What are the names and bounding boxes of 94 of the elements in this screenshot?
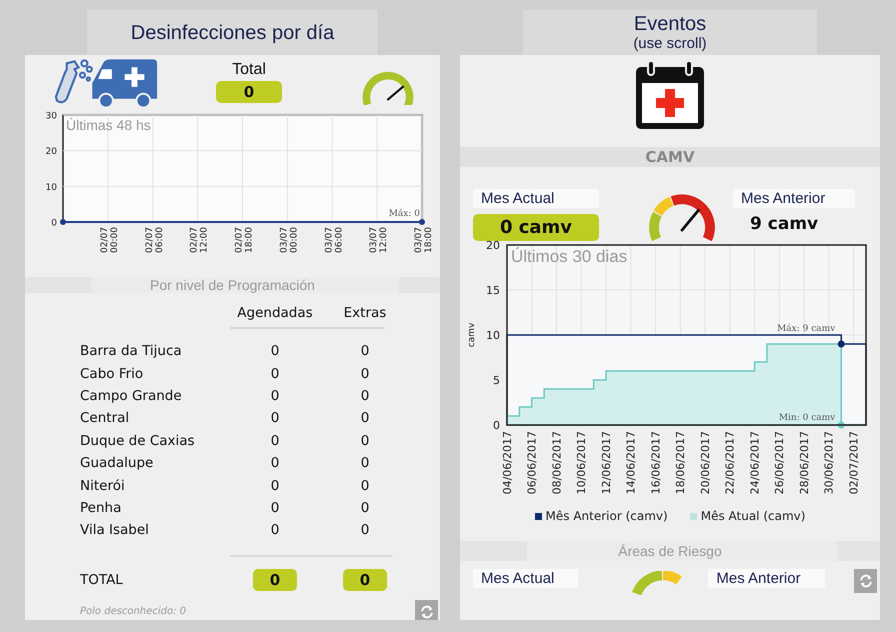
table-cell: 0: [360, 455, 370, 472]
axis-tick-label: 02/07/2017: [847, 431, 860, 494]
axis-tick-label: 02/07 06:00: [144, 227, 165, 253]
table-cell: 0: [360, 366, 370, 382]
axis-tick-label: 03/07 00:00: [279, 227, 300, 253]
table-cell: 0: [360, 410, 370, 426]
axis-tick-label: 02/07 18:00: [234, 227, 254, 253]
row-label: Barra da Tijuca: [80, 343, 183, 360]
table-cell: 0: [360, 522, 370, 538]
axis-tick-label: 30: [46, 112, 57, 122]
previous-month-label: Mes Anterior: [733, 189, 856, 208]
table-cell: 0: [270, 522, 280, 538]
axis-tick-label: 0: [51, 218, 57, 228]
axis-tick-label: 12/06/2017: [600, 431, 613, 494]
panel-title: Desinfecciones por día: [130, 22, 334, 44]
previous-month-value: 9 camv: [750, 214, 818, 234]
row-label: Central: [80, 410, 130, 426]
axis-tick-label: 28/06/2017: [798, 431, 811, 494]
current-month-value: 0 camv: [473, 214, 599, 241]
axis-tick-label: 08/06/2017: [550, 431, 564, 494]
legend-label: Mês Atual (camv): [700, 509, 806, 523]
chart-annotation: Máx: 9 camv: [777, 324, 836, 334]
refresh-button[interactable]: [854, 569, 877, 593]
panel-title: Eventos: [634, 13, 706, 35]
table-cell: 0: [360, 343, 370, 360]
axis-tick-label: 10: [486, 329, 500, 342]
table-cell: 0: [360, 432, 370, 449]
axis-tick-label: 20: [46, 147, 57, 158]
axis-tick-label: 14/06/2017: [624, 431, 638, 494]
table-cell: 0: [270, 366, 280, 382]
table-cell: 0: [270, 343, 280, 360]
total-value: 0: [343, 568, 387, 591]
table-cell: 0: [360, 388, 370, 404]
axis-title: camv: [467, 322, 477, 348]
column-header: Agendadas: [237, 305, 313, 321]
axis-tick-label: 03/07 12:00: [369, 227, 390, 253]
table-cell: 0: [270, 388, 280, 404]
row-label: Duque de Caxias: [80, 432, 196, 449]
table-cell: 0: [270, 478, 280, 494]
legend-label: Mês Anterior (camv): [546, 509, 668, 523]
legend-swatch: [690, 512, 697, 520]
axis-tick-label: 24/06/2017: [748, 431, 762, 494]
axis-tick-label: 16/06/2017: [649, 431, 662, 494]
refresh-icon: [858, 573, 874, 589]
previous-month-label: Mes Anterior: [708, 569, 825, 588]
chart-title: Últimos 30 dias: [511, 247, 628, 266]
axis-tick-label: 20/06/2017: [698, 431, 712, 494]
axis-tick-label: 5: [493, 374, 500, 387]
table-cell: 0: [270, 432, 280, 449]
table-cell: 0: [360, 500, 370, 516]
table-cell: 0: [270, 410, 280, 426]
axis-tick-label: 0: [493, 419, 500, 432]
axis-tick-label: 26/06/2017: [773, 431, 786, 494]
row-label: Cabo Frio: [80, 366, 144, 382]
section-title: CAMV: [645, 148, 695, 166]
row-label: Campo Grande: [80, 388, 183, 404]
axis-tick-label: 10/06/2017: [575, 431, 588, 494]
refresh-icon: [418, 604, 434, 620]
current-month-label: Mes Actual: [473, 569, 578, 588]
total-value: 0: [216, 81, 282, 103]
column-header: Extras: [344, 305, 386, 321]
section-title: Por nivel de Programación: [150, 277, 315, 293]
axis-tick-label: 20: [486, 240, 500, 252]
total-label: Total: [232, 61, 266, 79]
row-label: Penha: [80, 500, 122, 516]
total-value: 0: [253, 568, 297, 591]
axis-tick-label: 03/07 18:00: [414, 227, 434, 253]
axis-tick-label: 02/07 00:00: [100, 227, 120, 253]
table-cell: 0: [270, 455, 280, 472]
axis-tick-label: 02/07 12:00: [190, 227, 210, 253]
gauge-meter: [361, 69, 415, 105]
axis-tick-label: 06/06/2017: [526, 431, 539, 494]
current-month-label: Mes Actual: [473, 189, 599, 208]
refresh-button[interactable]: [415, 600, 438, 620]
row-label: Niterói: [80, 478, 126, 494]
axis-tick-label: 18/06/2017: [674, 431, 688, 494]
row-label: Guadalupe: [80, 455, 154, 472]
legend-swatch: [534, 512, 542, 520]
panel-subtitle: (use scroll): [633, 35, 707, 52]
axis-tick-label: 30/06/2017: [822, 431, 836, 494]
axis-tick-label: 22/06/2017: [724, 431, 737, 494]
axis-tick-label: 15: [486, 284, 500, 297]
section-title: Áreas de Riesgo: [618, 543, 722, 559]
row-label: Vila Isabel: [80, 522, 150, 538]
axis-tick-label: 10: [46, 182, 57, 193]
footnote: Polo desconhecido: 0: [80, 606, 186, 618]
table-cell: 0: [360, 478, 370, 494]
axis-tick-label: 04/06/2017: [500, 431, 514, 494]
table-cell: 0: [270, 500, 280, 516]
calendar-cross-icon: [634, 59, 706, 131]
axis-tick-label: 03/07 06:00: [324, 227, 344, 253]
chart-title: Últimas 48 hs: [66, 117, 151, 133]
total-row-label: TOTAL: [80, 572, 124, 588]
max-annotation: Máx: 0: [388, 209, 420, 219]
